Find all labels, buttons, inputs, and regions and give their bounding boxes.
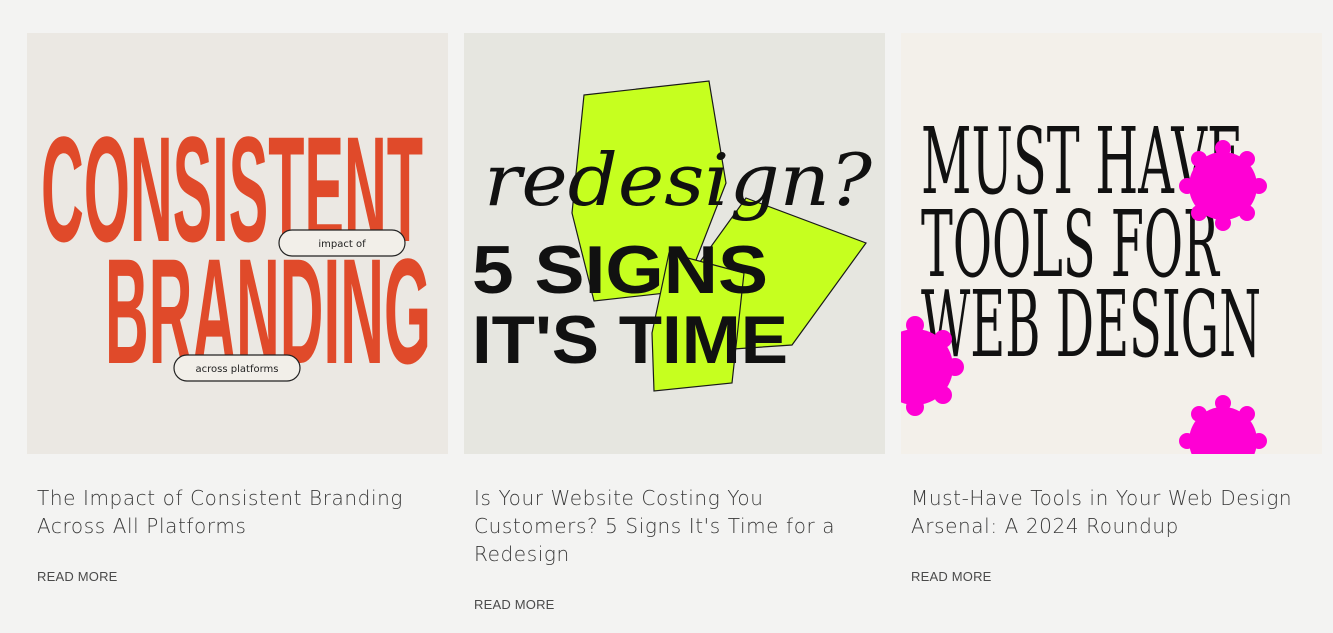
blog-card: redesign? 5 SIGNS IT'S TIME Is Your Webs… (464, 33, 885, 614)
redesign-artwork: redesign? 5 SIGNS IT'S TIME (464, 33, 885, 454)
pill-impact-of: impact of (278, 229, 406, 257)
read-more-link[interactable]: READ MORE (474, 597, 555, 612)
post-thumbnail-redesign[interactable]: redesign? 5 SIGNS IT'S TIME (464, 33, 885, 454)
blog-post-grid: CONSISTENT BRANDING impact of across pla… (27, 33, 1322, 633)
line-its-time: IT'S TIME (472, 302, 788, 378)
post-thumbnail-consistent-branding[interactable]: CONSISTENT BRANDING impact of across pla… (27, 33, 448, 454)
tools-artwork: MUST HAVE TOOLS FOR WEB DESIGN (901, 33, 1322, 454)
svg-text:across platforms: across platforms (196, 364, 279, 375)
svg-text:impact of: impact of (318, 239, 366, 250)
post-thumbnail-web-design-tools[interactable]: MUST HAVE TOOLS FOR WEB DESIGN (901, 33, 1322, 454)
read-more-link[interactable]: READ MORE (37, 569, 118, 584)
line-web-design: WEB DESIGN (921, 271, 1261, 378)
post-title[interactable]: Must-Have Tools in Your Web Design Arsen… (911, 484, 1311, 540)
blog-card: MUST HAVE TOOLS FOR WEB DESIGN Must-Have… (901, 33, 1322, 586)
blog-card: CONSISTENT BRANDING impact of across pla… (27, 33, 448, 586)
post-title[interactable]: The Impact of Consistent Branding Across… (37, 484, 437, 540)
pill-across-platforms: across platforms (173, 354, 301, 382)
post-title[interactable]: Is Your Website Costing You Customers? 5… (474, 484, 874, 568)
line-5-signs: 5 SIGNS (472, 232, 768, 308)
read-more-link[interactable]: READ MORE (911, 569, 992, 584)
script-word: redesign? (484, 138, 872, 222)
branding-artwork: CONSISTENT BRANDING impact of across pla… (27, 33, 448, 454)
